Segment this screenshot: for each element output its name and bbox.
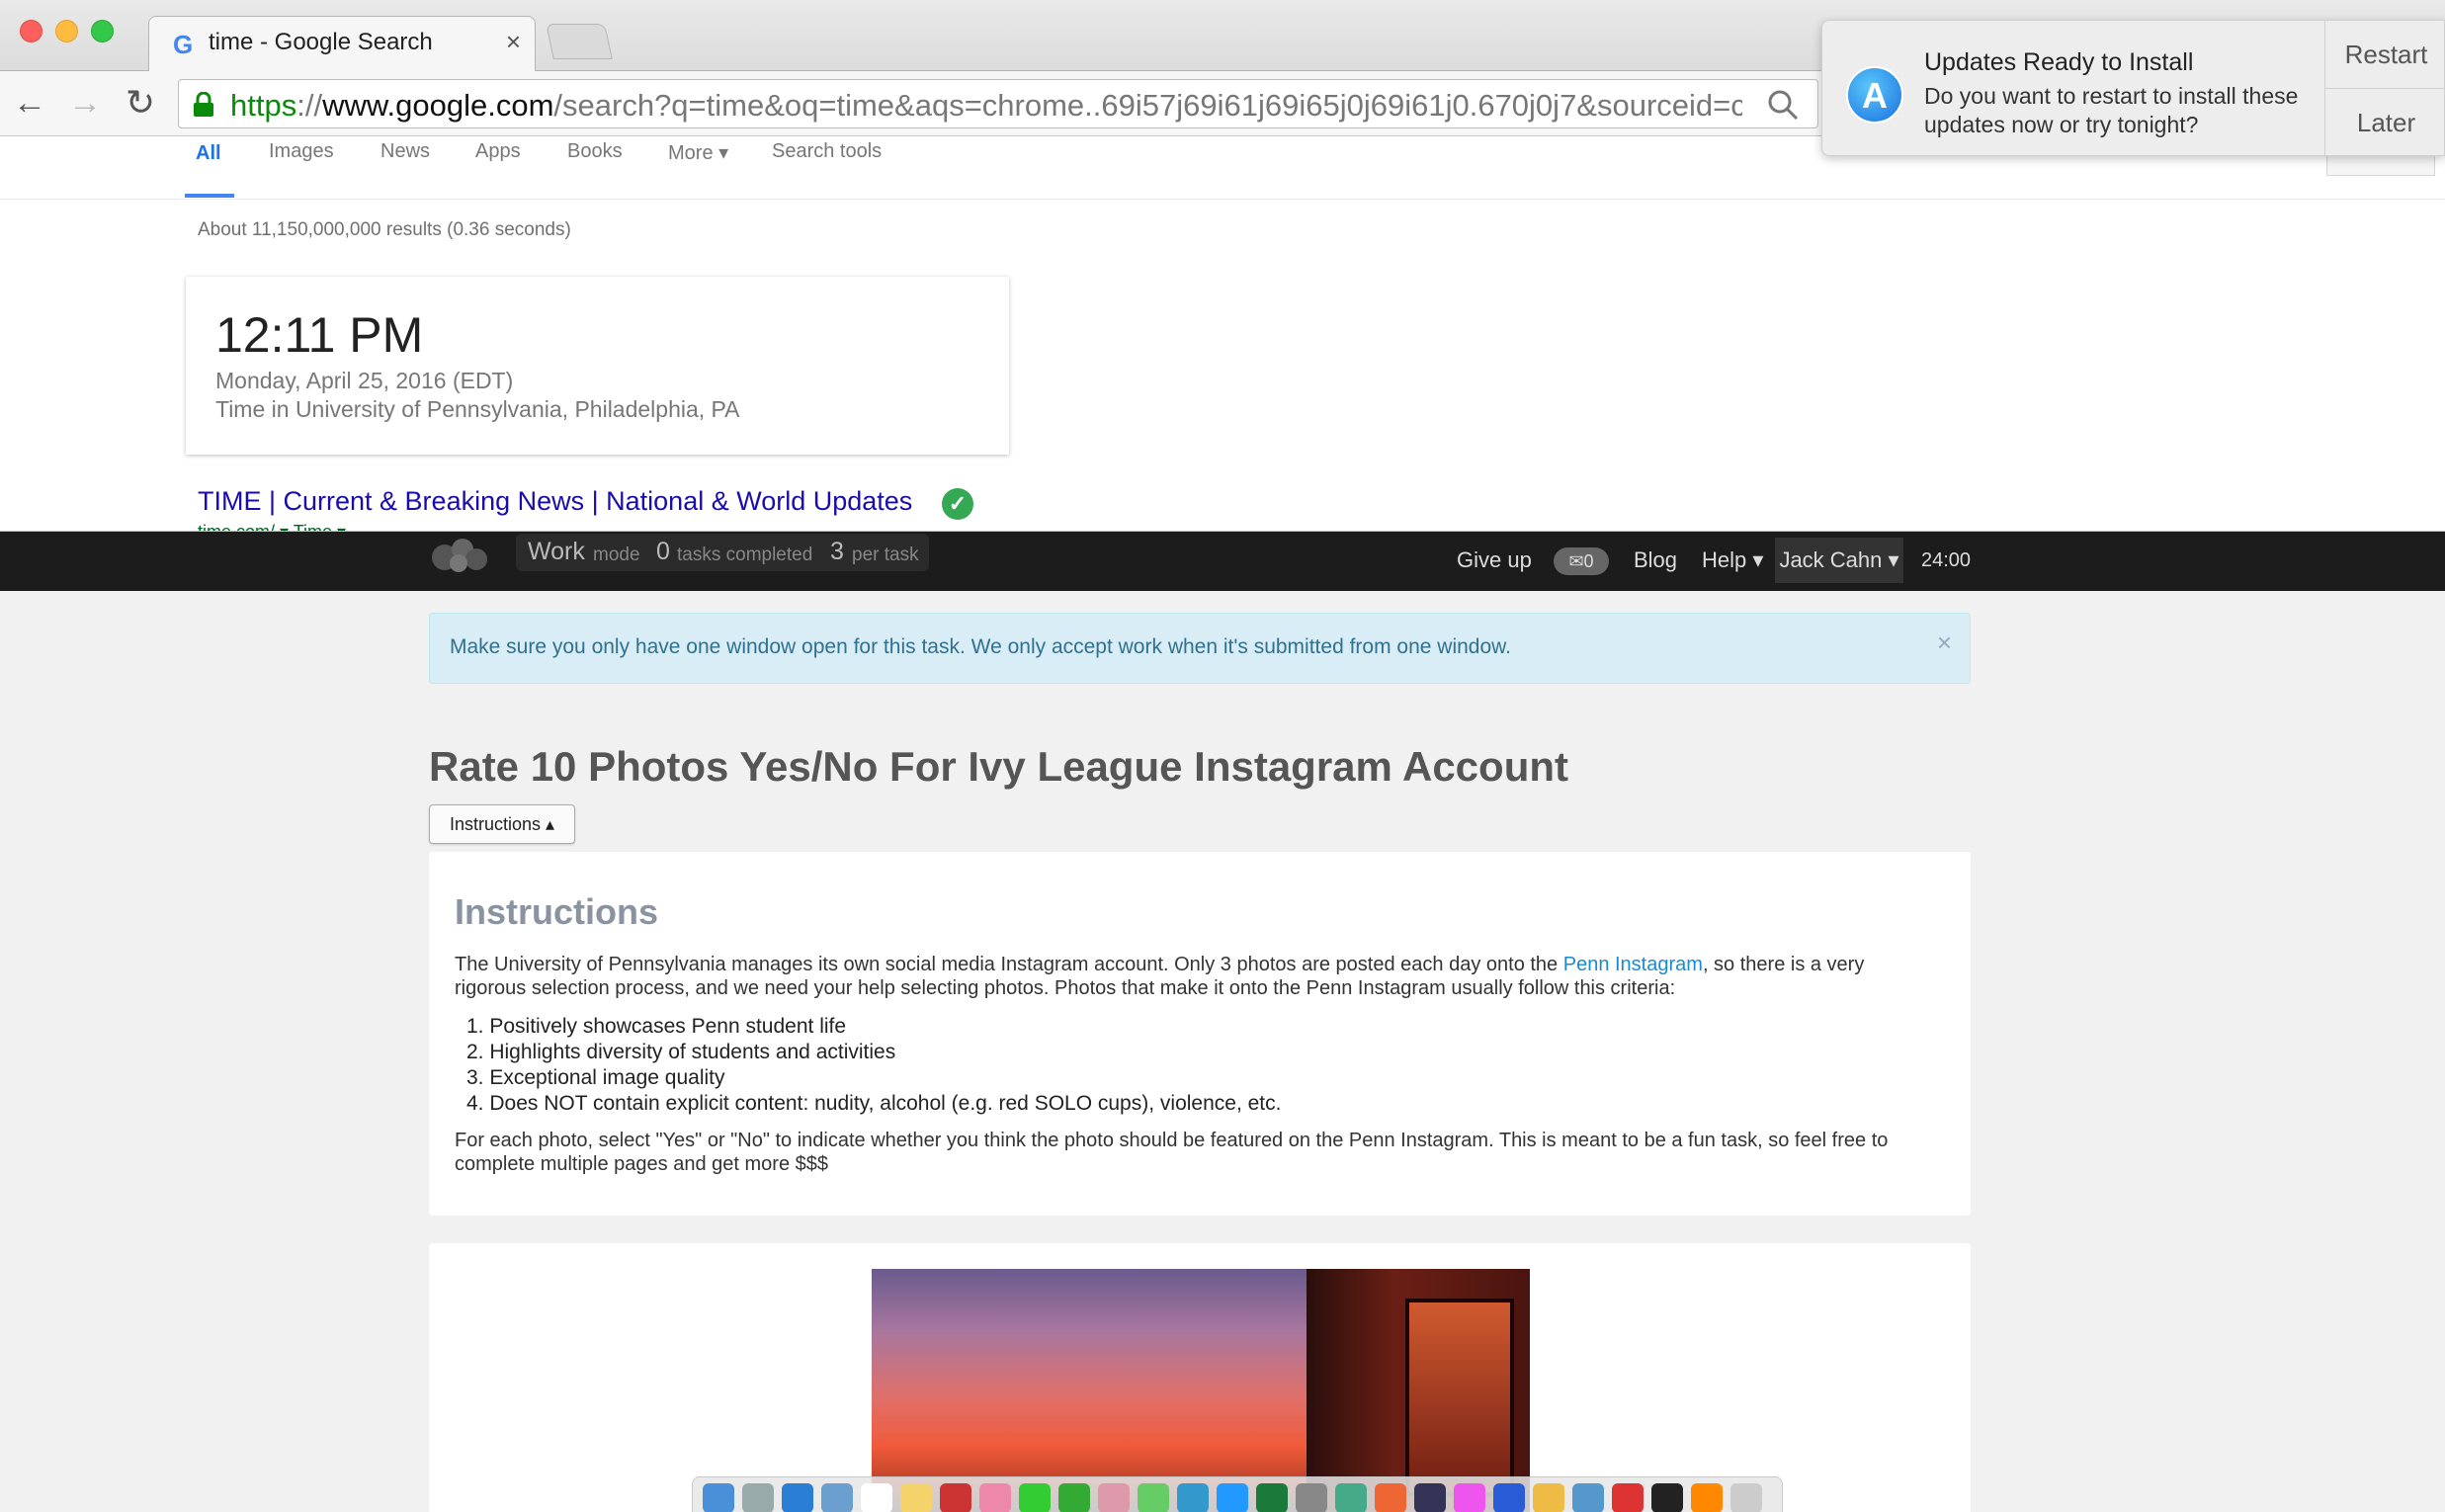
forward-arrow-icon[interactable]: → <box>65 83 105 123</box>
instructions-toggle-button[interactable]: Instructions ▴ <box>429 804 575 844</box>
instructions-heading: Instructions <box>455 891 659 932</box>
tab-news[interactable]: News <box>380 140 430 163</box>
dock <box>692 1476 1783 1512</box>
mail-icon[interactable] <box>1572 1483 1604 1512</box>
terminal-icon[interactable] <box>1651 1483 1683 1512</box>
notification-title: Updates Ready to Install <box>1924 48 2194 76</box>
keynote-icon[interactable] <box>1177 1483 1209 1512</box>
search-icon[interactable] <box>1766 88 1800 122</box>
blog-link[interactable]: Blog <box>1634 547 1677 573</box>
maps-icon[interactable] <box>1138 1483 1169 1512</box>
restart-button[interactable]: Restart <box>2325 21 2445 89</box>
app-store-icon[interactable] <box>1217 1483 1248 1512</box>
search-result-url[interactable]: time.com/ ▾ Time ▾ <box>198 522 346 531</box>
address-bar[interactable]: https://www.google.com/search?q=time&oq=… <box>178 79 1818 128</box>
tab-books[interactable]: Books <box>567 140 623 163</box>
window-minimize-button[interactable] <box>55 20 78 42</box>
time-date: Monday, April 25, 2016 (EDT) <box>215 368 514 393</box>
list-item: 1. Positively showcases Penn student lif… <box>466 1015 847 1038</box>
later-button[interactable]: Later <box>2325 89 2445 157</box>
mode-word: Work <box>528 538 585 565</box>
per-task-count: 3 <box>830 538 844 565</box>
task-title: Rate 10 Photos Yes/No For Ivy League Ins… <box>429 743 1568 790</box>
alert-close-icon[interactable]: × <box>1937 628 1952 658</box>
tab-close-icon[interactable]: × <box>506 27 521 57</box>
itunes-icon[interactable] <box>1454 1483 1485 1512</box>
tab-more[interactable]: More ▾ <box>668 140 728 165</box>
reload-icon[interactable]: ↻ <box>121 83 160 123</box>
tab-title: time - Google Search <box>209 29 433 55</box>
itunes-photos-icon[interactable] <box>1098 1483 1130 1512</box>
calendar-icon[interactable] <box>861 1483 892 1512</box>
tab-all[interactable]: All <box>196 142 221 165</box>
window-maximize-button[interactable] <box>91 20 114 42</box>
photo-window <box>1405 1299 1514 1496</box>
time-location: Time in University of Pennsylvania, Phil… <box>215 396 740 422</box>
powerpoint-icon[interactable] <box>1612 1483 1644 1512</box>
tab-images[interactable]: Images <box>269 140 334 163</box>
messages-badge[interactable]: ✉0 <box>1554 547 1609 575</box>
finder-icon[interactable] <box>703 1483 734 1512</box>
result-stats: About 11,150,000,000 results (0.36 secon… <box>198 219 571 240</box>
browser-tab[interactable]: G time - Google Search × <box>148 16 536 72</box>
tasks-completed-count: 0 <box>656 538 670 565</box>
mode-status: Work mode 0 tasks completed 3 per task <box>516 534 929 571</box>
new-tab-button[interactable] <box>546 24 613 59</box>
sublime-icon[interactable] <box>1691 1483 1723 1512</box>
search-result-link[interactable]: TIME | Current & Breaking News | Nationa… <box>198 486 912 517</box>
update-notification: A Updates Ready to Install Do you want t… <box>1821 20 2445 157</box>
app-store-icon: A <box>1846 66 1903 124</box>
per-task-label: per task <box>852 545 919 565</box>
trash-icon[interactable] <box>1730 1483 1762 1512</box>
system-prefs-icon[interactable] <box>1296 1483 1327 1512</box>
photo-booth-icon[interactable] <box>940 1483 971 1512</box>
url-text: https://www.google.com/search?q=time&oq=… <box>230 88 1742 123</box>
tasks-completed-label: tasks completed <box>677 545 813 565</box>
word-icon[interactable] <box>1493 1483 1525 1512</box>
notification-body: Do you want to restart to install these … <box>1924 83 2299 137</box>
criteria-list: 1. Positively showcases Penn student lif… <box>455 1014 1927 1117</box>
excel-icon[interactable] <box>1256 1483 1288 1512</box>
window-close-button[interactable] <box>20 20 42 42</box>
back-arrow-icon[interactable]: ← <box>10 83 49 123</box>
notes-icon[interactable] <box>900 1483 932 1512</box>
photo-panel <box>429 1243 1971 1512</box>
time-answer-card: 12:11 PM Monday, April 25, 2016 (EDT) Ti… <box>186 277 1009 455</box>
alert-text: Make sure you only have one window open … <box>450 635 1511 658</box>
brand-logo-icon <box>432 539 487 572</box>
photos-icon[interactable] <box>979 1483 1011 1512</box>
help-menu[interactable]: Help ▾ <box>1702 547 1763 573</box>
chrome-icon[interactable] <box>1533 1483 1564 1512</box>
time-value: 12:11 PM <box>215 307 424 363</box>
notification-actions: Restart Later <box>2324 21 2445 157</box>
lock-icon <box>194 92 213 117</box>
tab-search-tools[interactable]: Search tools <box>772 140 882 163</box>
tab-apps[interactable]: Apps <box>475 140 521 163</box>
network-icon[interactable] <box>1335 1483 1367 1512</box>
launchpad-icon[interactable] <box>742 1483 774 1512</box>
facetime-icon[interactable] <box>1058 1483 1090 1512</box>
info-alert: Make sure you only have one window open … <box>429 613 1971 684</box>
office-icon[interactable] <box>1375 1483 1406 1512</box>
list-item: 2. Highlights diversity of students and … <box>466 1041 896 1063</box>
penn-instagram-link[interactable]: Penn Instagram <box>1563 954 1703 975</box>
instructions-intro: The University of Pennsylvania manages i… <box>455 954 1865 999</box>
give-up-link[interactable]: Give up <box>1457 547 1532 573</box>
active-tab-indicator <box>185 194 234 198</box>
work-navbar: Work mode 0 tasks completed 3 per task G… <box>0 532 2445 591</box>
messages-icon[interactable] <box>1019 1483 1051 1512</box>
task-timer: 24:00 <box>1921 549 1972 571</box>
preview-icon[interactable] <box>821 1483 853 1512</box>
verified-check-icon: ✓ <box>942 488 973 520</box>
instructions-panel: Instructions The University of Pennsylva… <box>429 852 1971 1216</box>
google-favicon-icon: G <box>173 30 194 59</box>
instructions-footer: For each photo, select "Yes" or "No" to … <box>455 1130 1889 1175</box>
user-menu[interactable]: Jack Cahn ▾ <box>1775 538 1903 583</box>
eclipse-icon[interactable] <box>1414 1483 1446 1512</box>
list-item: 4. Does NOT contain explicit content: nu… <box>466 1092 1282 1115</box>
list-item: 3. Exceptional image quality <box>466 1066 725 1089</box>
safari-icon[interactable] <box>782 1483 813 1512</box>
mode-label: mode <box>593 545 640 565</box>
